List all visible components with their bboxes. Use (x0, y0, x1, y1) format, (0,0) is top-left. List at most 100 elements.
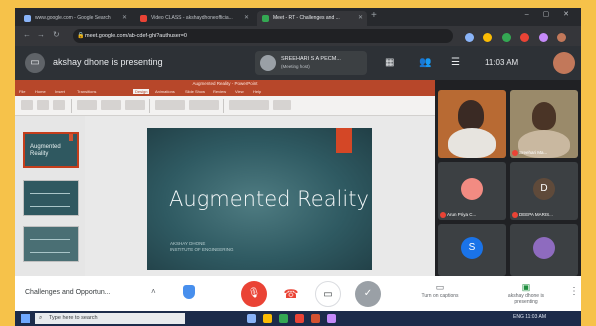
taskbar-app-icon[interactable] (295, 314, 304, 323)
extension-icon[interactable] (520, 33, 530, 42)
back-arrow-icon[interactable]: ← (23, 30, 31, 39)
browser-tab-video-class[interactable]: Video CLASS - akshaydhoneofficia... ✕ (135, 11, 253, 26)
presenting-text: akshay dhone is presenting (53, 57, 163, 67)
presentation-icon: ▭ (25, 53, 45, 73)
participant-tile-5[interactable]: S (438, 224, 506, 276)
system-tray: ENG 11:03 AM (513, 314, 546, 320)
presenting-icon: ▣ (521, 282, 531, 292)
google-favicon-icon (24, 15, 31, 22)
ppt-menu-transitions[interactable]: Transitions (77, 89, 96, 94)
ribbon-tool-icon[interactable] (155, 100, 185, 110)
extension-icon[interactable] (465, 33, 474, 42)
participant-tile-6[interactable] (510, 224, 578, 276)
more-options-icon[interactable]: ⋮ (569, 286, 579, 297)
lock-icon: 🔒 (77, 33, 85, 39)
close-tab-icon[interactable]: ✕ (244, 11, 249, 26)
url-input[interactable]: 🔒 meet.google.com/ab-cdef-ghi?authuser=0 (73, 29, 453, 43)
presenting-status-button[interactable]: ▣ akshay dhone is presenting (497, 282, 555, 305)
close-tab-icon[interactable]: ✕ (358, 11, 363, 26)
ppt-menu-slideshow[interactable]: Slide Show (185, 89, 205, 94)
profile-avatar[interactable] (557, 33, 567, 42)
taskbar-search-input[interactable]: ⌕ Type here to search (35, 313, 185, 324)
screen: www.google.com - Google Search ✕ Video C… (15, 8, 581, 326)
ppt-menu-file[interactable]: File (19, 89, 25, 94)
mic-off-icon (512, 212, 518, 218)
reload-icon[interactable]: ↻ (53, 30, 60, 39)
taskbar-app-icon[interactable] (263, 314, 272, 323)
participant-tile-4[interactable]: D DEEPA MARIS... (510, 162, 578, 220)
close-tab-icon[interactable]: ✕ (122, 11, 127, 26)
ribbon-tool-icon[interactable] (189, 100, 219, 110)
extension-icons (465, 29, 581, 60)
thumb-title: Augmented Reality (30, 144, 61, 157)
current-slide[interactable]: Augmented Reality AKSHAY DHONE INSTITUTE… (147, 128, 372, 270)
ribbon-tool-icon[interactable] (101, 100, 121, 110)
participant-tile-video-1[interactable] (438, 90, 506, 158)
new-tab-button[interactable]: + (371, 10, 377, 21)
video-favicon-icon (140, 15, 147, 22)
thumb-content (30, 193, 70, 207)
ppt-menu-help[interactable]: Help (253, 89, 261, 94)
ppt-menu-design[interactable]: Design (133, 89, 150, 94)
browser-tab-meet[interactable]: Meet - RT - Challenges and ... ✕ (257, 11, 367, 26)
shield-icon[interactable] (183, 285, 195, 299)
taskbar-app-icon[interactable] (327, 314, 336, 323)
ribbon-tool-icon[interactable] (53, 100, 65, 110)
mic-toggle-button[interactable]: 🎙 (241, 281, 267, 307)
ppt-menu-view[interactable]: View (235, 89, 244, 94)
ppt-title-bar: Augmented Reality - PowerPoint (15, 80, 435, 88)
present-now-button[interactable]: ✓ (355, 281, 381, 307)
ribbon-tool-icon[interactable] (125, 100, 145, 110)
active-speaker-chip[interactable]: SREEHARI S A PECM... (Meeting host) (255, 51, 367, 75)
participant-tile-video-2[interactable]: Sreehari Ma... (510, 90, 578, 158)
thumb-accent (69, 134, 73, 141)
presenting-label: akshay dhone is presenting (507, 293, 545, 305)
chevron-up-icon[interactable]: ˄ (151, 287, 156, 296)
participant-avatar: D (533, 178, 555, 200)
captions-label: Turn on captions (421, 293, 459, 299)
url-text: meet.google.com/ab-cdef-ghi?authuser=0 (85, 33, 187, 39)
slide-thumbnail-1[interactable]: Augmented Reality (23, 132, 79, 168)
captions-icon: ▭ (435, 282, 445, 292)
tab-label: Meet - RT - Challenges and ... (273, 15, 340, 21)
slide-thumbnail-pane: Augmented Reality (15, 116, 85, 276)
powerpoint-taskbar-icon[interactable] (311, 314, 320, 323)
layout-icon[interactable]: ▦ (385, 57, 394, 68)
window-controls[interactable]: – ▢ ✕ (525, 10, 575, 18)
ribbon-tool-icon[interactable] (21, 100, 33, 110)
browser-tab-bar: www.google.com - Google Search ✕ Video C… (15, 8, 581, 26)
leave-call-button[interactable]: ☎ (281, 281, 301, 307)
extension-icon[interactable] (483, 33, 493, 42)
extension-icon[interactable] (501, 33, 511, 42)
ppt-menu-home[interactable]: Home (35, 89, 46, 94)
participant-tiles: Sreehari Ma... Arun Priya C... D DEEPA M… (435, 80, 581, 276)
browser-tab-google[interactable]: www.google.com - Google Search ✕ (19, 11, 131, 26)
ppt-menu-animations[interactable]: Animations (155, 89, 175, 94)
ribbon-tool-icon[interactable] (273, 100, 291, 110)
self-avatar[interactable] (553, 52, 575, 74)
meeting-details-button[interactable]: Challenges and Opportun... (25, 289, 111, 296)
mic-off-icon (440, 212, 446, 218)
ribbon-tool-icon[interactable] (37, 100, 49, 110)
present-icon: ✓ (363, 288, 373, 299)
captions-button[interactable]: ▭ Turn on captions (415, 282, 465, 299)
ribbon-tool-icon[interactable] (77, 100, 97, 110)
camera-icon: ▭ (323, 289, 333, 300)
ribbon-tool-icon[interactable] (229, 100, 269, 110)
ribbon-divider (71, 99, 72, 113)
speaker-avatar (260, 55, 276, 71)
chat-icon[interactable]: ☰ (451, 57, 460, 68)
slide-thumbnail-2[interactable] (23, 180, 79, 216)
windows-start-icon[interactable] (21, 314, 30, 323)
people-icon[interactable]: 👥 (419, 57, 431, 68)
address-bar-row: ← → ↻ 🔒 meet.google.com/ab-cdef-ghi?auth… (15, 26, 581, 60)
taskbar-app-icon[interactable] (279, 314, 288, 323)
participant-tile-3[interactable]: Arun Priya C... (438, 162, 506, 220)
taskbar-app-icon[interactable] (247, 314, 256, 323)
forward-arrow-icon[interactable]: → (37, 30, 45, 39)
ppt-menu-review[interactable]: Review (213, 89, 226, 94)
extension-icon[interactable] (538, 33, 548, 42)
slide-thumbnail-3[interactable] (23, 226, 79, 262)
ppt-menu-insert[interactable]: Insert (55, 89, 65, 94)
camera-toggle-button[interactable]: ▭ (315, 281, 341, 307)
